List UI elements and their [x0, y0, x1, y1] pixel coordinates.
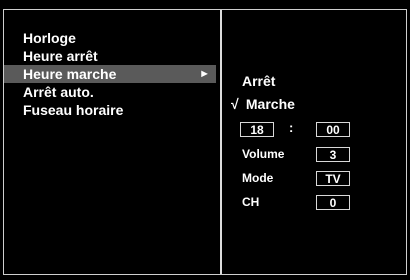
mode-field[interactable]: TV	[316, 171, 350, 186]
channel-label: CH	[242, 195, 260, 209]
time-separator: :	[289, 120, 294, 135]
hour-field[interactable]: 18	[240, 122, 274, 137]
timer-menu-list: Horloge Heure arrêt Heure marche ► Arrêt…	[4, 29, 216, 119]
check-icon: √	[231, 96, 239, 112]
menu-item-horloge[interactable]: Horloge	[4, 29, 216, 47]
menu-item-label: Arrêt auto.	[23, 84, 94, 100]
option-label: Arrêt	[242, 73, 276, 89]
option-arret[interactable]: Arrêt	[242, 73, 275, 89]
volume-field[interactable]: 3	[316, 147, 350, 162]
menu-item-heure-marche[interactable]: Heure marche ►	[4, 65, 216, 83]
menu-item-label: Heure marche	[23, 66, 117, 82]
menu-item-label: Horloge	[23, 30, 76, 46]
osd-menu-window: Horloge Heure arrêt Heure marche ► Arrêt…	[3, 9, 407, 275]
option-label: Marche	[245, 96, 295, 112]
menu-item-label: Heure arrêt	[23, 48, 98, 64]
option-marche[interactable]: √ Marche	[231, 96, 295, 112]
minute-field[interactable]: 00	[316, 122, 350, 137]
channel-field[interactable]: 0	[316, 195, 350, 210]
submenu-arrow-icon: ►	[199, 68, 210, 80]
menu-item-arret-auto[interactable]: Arrêt auto.	[4, 83, 216, 101]
mode-label: Mode	[242, 171, 274, 185]
menu-item-fuseau-horaire[interactable]: Fuseau horaire	[4, 101, 216, 119]
menu-item-heure-arret[interactable]: Heure arrêt	[4, 47, 216, 65]
menu-item-label: Fuseau horaire	[23, 102, 124, 118]
volume-label: Volume	[242, 147, 285, 161]
on-time-submenu: Arrêt √ Marche 18 : 00 Volume 3 Mode TV …	[222, 10, 406, 274]
